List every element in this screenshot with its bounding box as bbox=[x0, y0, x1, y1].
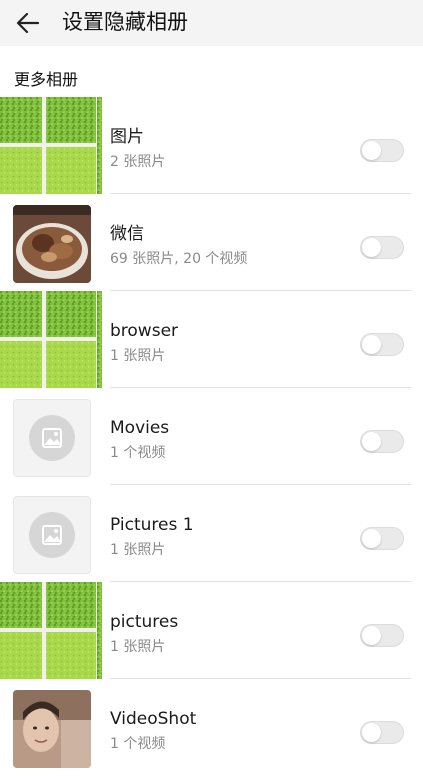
album-row-2[interactable]: browser 1 张照片 bbox=[0, 291, 423, 388]
album-name: pictures bbox=[110, 612, 179, 632]
top-app-bar: 设置隐藏相册 bbox=[0, 0, 423, 46]
album-name: Pictures 1 bbox=[110, 515, 194, 535]
album-count: 1 张照片 bbox=[110, 542, 166, 558]
hide-album-toggle[interactable] bbox=[360, 624, 404, 647]
hide-album-toggle[interactable] bbox=[360, 333, 404, 356]
album-name: browser bbox=[110, 321, 179, 341]
album-count: 69 张照片, 20 个视频 bbox=[110, 251, 248, 267]
album-row-1[interactable]: 微信 69 张照片, 20 个视频 bbox=[0, 194, 423, 291]
toggle-knob bbox=[362, 141, 381, 160]
album-thumbnail bbox=[13, 205, 91, 283]
album-thumbnail bbox=[13, 496, 91, 574]
album-count: 2 张照片 bbox=[110, 154, 166, 170]
toggle-knob bbox=[362, 626, 381, 645]
album-thumbnail bbox=[13, 399, 91, 477]
hide-album-toggle[interactable] bbox=[360, 721, 404, 744]
album-count: 1 张照片 bbox=[110, 639, 166, 655]
album-name: 图片 bbox=[110, 127, 144, 147]
album-thumbnail bbox=[0, 582, 102, 679]
hidden-albums-screen: 设置隐藏相册 更多相册 图片 2 张照片 微信 69 张照片, 20 个视频 b… bbox=[0, 0, 423, 779]
toggle-knob bbox=[362, 432, 381, 451]
toggle-knob bbox=[362, 238, 381, 257]
arrow-left-icon bbox=[16, 12, 40, 34]
album-row-5[interactable]: pictures 1 张照片 bbox=[0, 582, 423, 679]
hide-album-toggle[interactable] bbox=[360, 430, 404, 453]
album-thumbnail bbox=[0, 97, 102, 194]
hide-album-toggle[interactable] bbox=[360, 527, 404, 550]
album-count: 1 个视频 bbox=[110, 445, 166, 461]
album-row-4[interactable]: Pictures 1 1 张照片 bbox=[0, 485, 423, 582]
album-row-6[interactable]: VideoShot 1 个视频 bbox=[0, 679, 423, 776]
album-name: Movies bbox=[110, 418, 170, 438]
image-placeholder-icon bbox=[29, 415, 75, 461]
toggle-knob bbox=[362, 529, 381, 548]
album-name: 微信 bbox=[110, 224, 144, 244]
hide-album-toggle[interactable] bbox=[360, 139, 404, 162]
toggle-knob bbox=[362, 723, 381, 742]
section-heading: 更多相册 bbox=[14, 70, 79, 89]
album-count: 1 个视频 bbox=[110, 736, 166, 752]
back-button[interactable] bbox=[8, 3, 48, 43]
album-name: VideoShot bbox=[110, 709, 197, 729]
toggle-knob bbox=[362, 335, 381, 354]
album-thumbnail bbox=[13, 690, 91, 768]
album-row-3[interactable]: Movies 1 个视频 bbox=[0, 388, 423, 485]
album-row-0[interactable]: 图片 2 张照片 bbox=[0, 97, 423, 194]
image-placeholder-icon bbox=[29, 512, 75, 558]
page-title: 设置隐藏相册 bbox=[62, 10, 188, 34]
album-count: 1 张照片 bbox=[110, 348, 166, 364]
album-list: 图片 2 张照片 微信 69 张照片, 20 个视频 browser 1 张照片… bbox=[0, 97, 423, 776]
hide-album-toggle[interactable] bbox=[360, 236, 404, 259]
album-thumbnail bbox=[0, 291, 102, 388]
